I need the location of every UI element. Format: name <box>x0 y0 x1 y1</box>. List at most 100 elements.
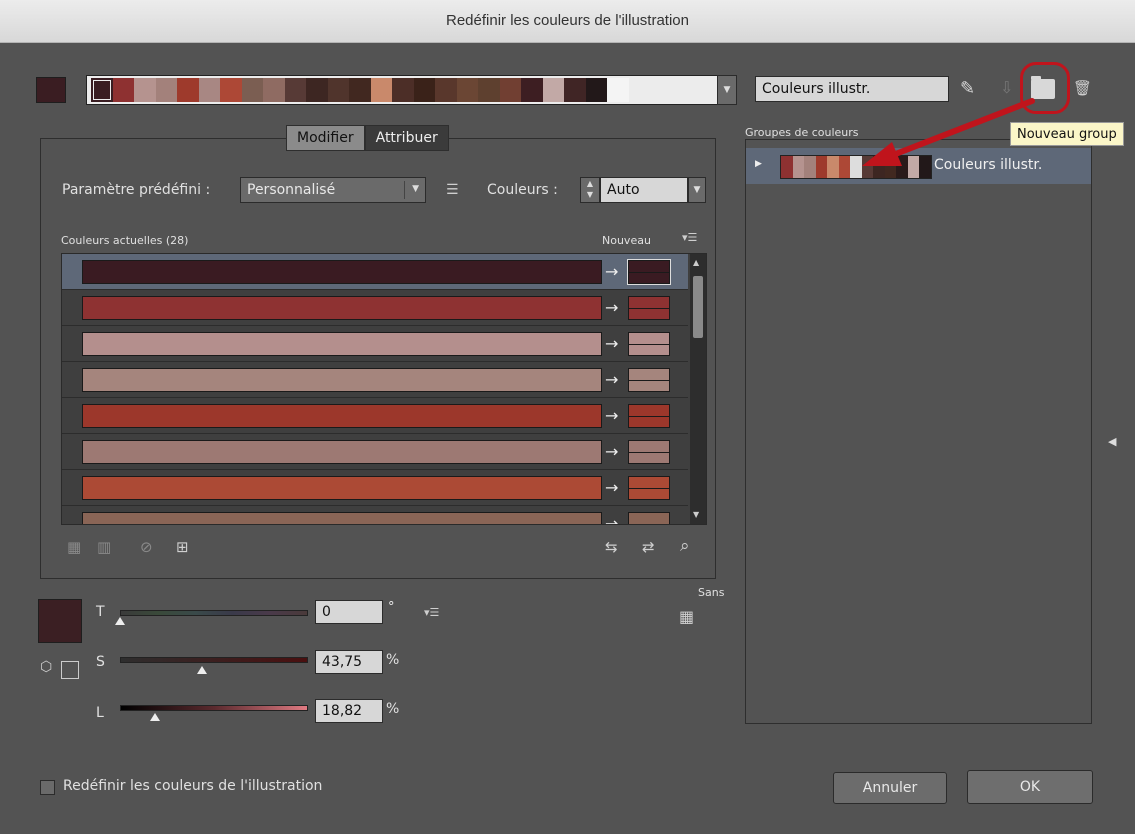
color-row[interactable]: → <box>62 326 688 362</box>
harmony-swatch[interactable] <box>521 78 543 102</box>
find-color-icon[interactable]: ⌕ <box>680 538 690 555</box>
harmony-swatch[interactable] <box>478 78 500 102</box>
current-color-bar[interactable] <box>82 332 602 356</box>
harmony-swatch[interactable] <box>91 78 113 102</box>
color-row[interactable]: → <box>62 506 688 524</box>
harmony-swatch[interactable] <box>564 78 586 102</box>
new-color-swatch[interactable] <box>628 296 670 320</box>
lightness-value-field[interactable]: 18,82 <box>315 699 383 723</box>
current-color-bar[interactable] <box>82 260 602 284</box>
hue-value-field[interactable]: 0 <box>315 600 383 624</box>
list-scrollbar[interactable]: ▲ ▼ <box>690 254 706 524</box>
current-color-bar[interactable] <box>82 476 602 500</box>
harmony-swatch[interactable] <box>263 78 285 102</box>
current-color-bar[interactable] <box>82 296 602 320</box>
ok-button[interactable]: OK <box>967 770 1093 804</box>
tab-attribuer[interactable]: Attribuer <box>364 125 449 151</box>
hue-slider-thumb[interactable] <box>115 617 125 625</box>
current-color-bar[interactable] <box>82 368 602 392</box>
harmony-swatch[interactable] <box>177 78 199 102</box>
preset-select[interactable]: Personnalisé ▼ <box>240 177 426 203</box>
group-swatch <box>896 156 908 178</box>
color-row[interactable]: → <box>62 470 688 506</box>
cube-icon[interactable]: ⬡ <box>40 660 52 674</box>
harmony-swatch[interactable] <box>392 78 414 102</box>
current-color-bar[interactable] <box>82 404 602 428</box>
harmony-swatch[interactable] <box>198 78 220 102</box>
current-color-bar[interactable] <box>82 512 602 524</box>
harmony-dropdown-button[interactable]: ▼ <box>717 75 737 105</box>
trash-icon[interactable]: 🗑 <box>1073 81 1092 96</box>
lightness-slider[interactable] <box>120 705 308 711</box>
color-group-swatches <box>780 155 932 179</box>
colors-stepper[interactable]: ▲ ▼ <box>580 177 600 203</box>
new-color-swatch[interactable] <box>628 512 670 524</box>
harmony-swatch[interactable] <box>284 78 306 102</box>
group-swatch <box>781 156 793 178</box>
harmony-swatch[interactable] <box>155 78 177 102</box>
current-color-bar[interactable] <box>82 440 602 464</box>
new-color-swatch[interactable] <box>627 259 671 285</box>
harmony-swatch[interactable] <box>435 78 457 102</box>
highlight-circle <box>1020 62 1070 114</box>
save-group-icon[interactable]: ⇩ <box>1000 80 1013 96</box>
harmony-swatch[interactable] <box>241 78 263 102</box>
harmony-swatch[interactable] <box>327 78 349 102</box>
scroll-up-icon[interactable]: ▲ <box>693 258 699 267</box>
hue-slider[interactable] <box>120 610 308 616</box>
eyedropper-icon[interactable]: ✎ <box>960 80 975 98</box>
harmony-swatch[interactable] <box>542 78 564 102</box>
separate-colors-icon[interactable]: ▥ <box>97 540 111 555</box>
color-row[interactable]: → <box>62 398 688 434</box>
saturation-slider[interactable] <box>120 657 308 663</box>
list-menu-icon[interactable]: ▾☰ <box>682 232 697 243</box>
new-color-swatch[interactable] <box>628 404 670 428</box>
new-color-swatch[interactable] <box>628 440 670 464</box>
recolor-checkbox[interactable] <box>40 780 55 795</box>
harmony-swatch[interactable] <box>585 78 607 102</box>
harmony-swatch[interactable] <box>306 78 328 102</box>
color-mode-icon[interactable]: ▦ <box>679 609 694 625</box>
color-row[interactable]: → <box>62 290 688 326</box>
new-color-swatch[interactable] <box>628 476 670 500</box>
active-color-swatch[interactable] <box>36 77 66 103</box>
color-row[interactable]: → <box>62 434 688 470</box>
collapse-panel-icon[interactable]: ◀ <box>1108 436 1116 447</box>
colors-dropdown-button[interactable]: ▼ <box>688 177 706 203</box>
exclude-colors-icon[interactable]: ⊘ <box>140 540 153 555</box>
scroll-down-icon[interactable]: ▼ <box>693 510 699 519</box>
harmony-swatch[interactable] <box>607 78 629 102</box>
harmony-swatch[interactable] <box>499 78 521 102</box>
randomize-order-icon[interactable]: ⇆ <box>605 540 618 555</box>
harmony-swatch[interactable] <box>349 78 371 102</box>
saturation-value-field[interactable]: 43,75 <box>315 650 383 674</box>
group-swatch <box>850 156 862 178</box>
harmony-swatch[interactable] <box>134 78 156 102</box>
new-color-swatch[interactable] <box>628 368 670 392</box>
cancel-button[interactable]: Annuler <box>833 772 947 804</box>
preset-options-icon[interactable]: ☰ <box>446 183 459 197</box>
hsl-menu-icon[interactable]: ▾☰ <box>424 607 439 618</box>
merge-colors-icon[interactable]: ▦ <box>67 540 81 555</box>
harmony-swatch[interactable] <box>413 78 435 102</box>
harmony-swatch[interactable] <box>456 78 478 102</box>
saturation-slider-thumb[interactable] <box>197 666 208 674</box>
color-row[interactable]: → <box>62 254 688 290</box>
new-color-swatch[interactable] <box>628 332 670 356</box>
harmony-color-bar[interactable] <box>86 75 736 105</box>
scroll-thumb[interactable] <box>693 276 703 338</box>
harmony-swatch[interactable] <box>220 78 242 102</box>
tab-modifier[interactable]: Modifier <box>286 125 365 151</box>
new-row-icon[interactable]: ⊞ <box>176 540 189 555</box>
group-name-field[interactable]: Couleurs illustr. <box>755 76 949 102</box>
harmony-swatch[interactable] <box>112 78 134 102</box>
color-row[interactable]: → <box>62 362 688 398</box>
color-checkbox[interactable] <box>61 661 79 679</box>
lightness-slider-thumb[interactable] <box>150 713 161 721</box>
color-group-row[interactable]: ▶ Couleurs illustr. <box>746 148 1091 184</box>
randomize-saturation-icon[interactable]: ⇄ <box>642 540 655 555</box>
current-color-swatch[interactable] <box>38 599 82 643</box>
colors-count-field[interactable]: Auto <box>600 177 688 203</box>
harmony-swatch[interactable] <box>370 78 392 102</box>
expand-triangle-icon[interactable]: ▶ <box>755 159 762 169</box>
